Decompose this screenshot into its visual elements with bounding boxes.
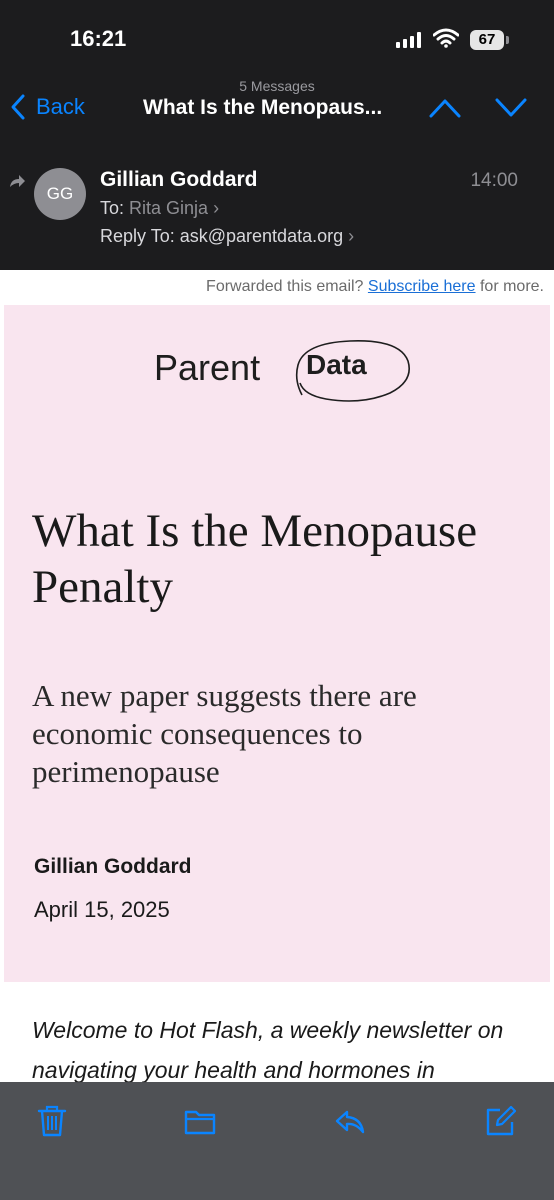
forwarded-suffix: for more. <box>479 278 544 295</box>
battery-tip <box>506 36 509 44</box>
email-header: 16:21 67 5 Messages Back What Is the Men… <box>0 0 554 270</box>
parentdata-logo[interactable]: Parent Data <box>154 335 414 405</box>
sender-block[interactable]: GG Gillian Goddard 14:00 To: Rita Ginja … <box>0 150 554 260</box>
previous-message-button[interactable] <box>428 96 462 120</box>
logo-word-data: Data <box>306 349 367 380</box>
sender-time: 14:00 <box>470 170 518 191</box>
battery-icon: 67 <box>470 30 504 50</box>
back-button[interactable]: Back <box>10 90 85 124</box>
article-author: Gillian Goddard <box>34 855 192 878</box>
status-time: 16:21 <box>70 26 127 51</box>
next-message-button[interactable] <box>494 96 528 120</box>
folder-icon[interactable] <box>184 1104 216 1138</box>
article-subhead: A new paper suggests there are economic … <box>32 678 417 789</box>
chevron-right-icon: › <box>348 226 355 246</box>
reply-to[interactable]: Reply To: ask@parentdata.org › <box>100 226 354 247</box>
forwarded-arrow-icon <box>10 175 25 187</box>
logo-word-parent: Parent <box>154 347 261 388</box>
chevron-right-icon: › <box>213 198 220 218</box>
status-bar: 16:21 67 <box>0 0 554 76</box>
wifi-icon <box>433 28 459 48</box>
nav-bar: 5 Messages Back What Is the Menopaus... <box>0 76 554 136</box>
bottom-toolbar <box>0 1082 554 1200</box>
back-label: Back <box>36 94 85 119</box>
trash-icon[interactable] <box>36 1104 68 1138</box>
reply-icon[interactable] <box>334 1104 366 1138</box>
to-recipient[interactable]: To: Rita Ginja › <box>100 198 219 219</box>
sender-name: Gillian Goddard <box>100 168 258 191</box>
to-value: Rita Ginja <box>129 198 209 218</box>
battery-level: 67 <box>478 31 496 48</box>
cellular-signal-icon <box>396 32 422 48</box>
subscribe-link[interactable]: Subscribe here <box>368 278 476 295</box>
forwarded-notice: Forwarded this email? Subscribe here for… <box>0 278 544 296</box>
chevron-left-icon <box>11 94 25 120</box>
reply-value: ask@parentdata.org <box>179 226 344 246</box>
avatar: GG <box>34 168 86 220</box>
forwarded-prefix: Forwarded this email? <box>206 278 364 295</box>
article-headline: What Is the Menopause Penalty <box>32 505 478 613</box>
compose-icon[interactable] <box>484 1104 516 1138</box>
intro-paragraph: Welcome to Hot Flash, a weekly newslette… <box>32 1017 504 1083</box>
reply-label: Reply To: <box>100 226 175 246</box>
newsletter-hero: Parent Data What Is the Menopause Penalt… <box>4 305 550 982</box>
nav-title: What Is the Menopaus... <box>143 96 383 119</box>
to-label: To: <box>100 198 125 218</box>
article-date: April 15, 2025 <box>34 897 170 922</box>
